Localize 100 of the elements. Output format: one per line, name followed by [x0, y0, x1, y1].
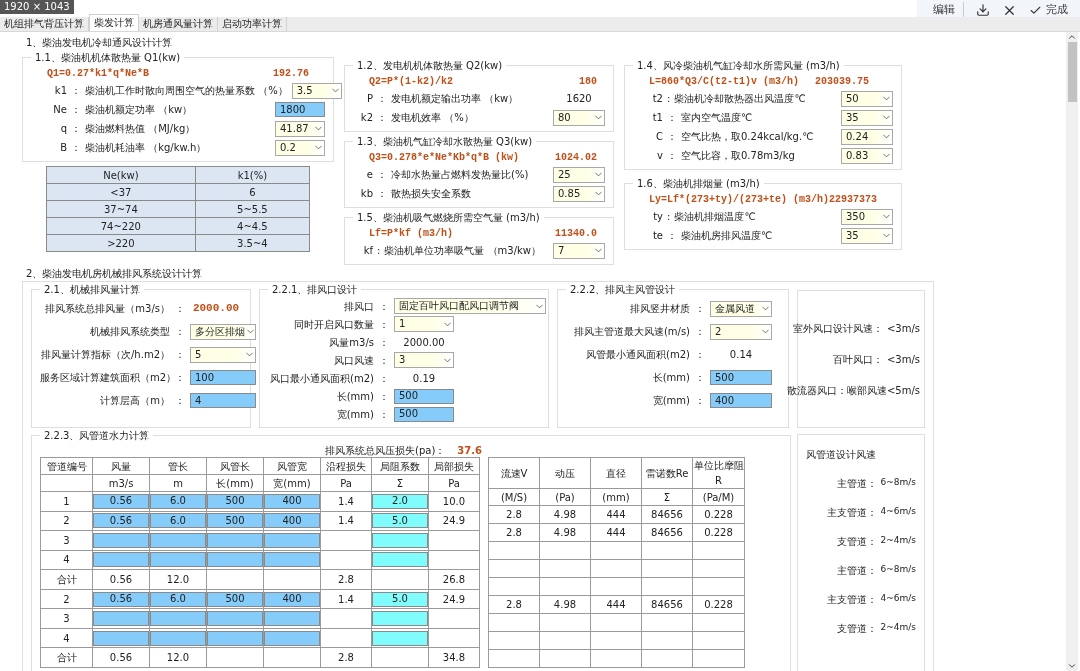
input-field[interactable]: [264, 532, 320, 548]
dropdown[interactable]: 金属风道: [710, 300, 772, 317]
dropdown[interactable]: 350: [841, 208, 893, 225]
dropdown[interactable]: 3: [394, 352, 454, 368]
input-field[interactable]: 100: [190, 370, 256, 385]
group-title: 2.2.1、排风口设计: [271, 283, 359, 297]
input-field[interactable]: [150, 611, 206, 627]
dropdown[interactable]: 50: [841, 90, 893, 107]
scrollbar[interactable]: [1066, 32, 1078, 671]
speed-label: 主支管道：: [826, 506, 877, 520]
table-cell: 26.8: [442, 573, 466, 585]
symbol-label: C: [655, 130, 663, 144]
dropdown[interactable]: 0.24: [841, 128, 893, 145]
separator: ：: [174, 348, 186, 362]
input-field[interactable]: 400: [264, 493, 320, 509]
table-cell: 24.9: [442, 593, 466, 605]
dropdown[interactable]: 0.85: [553, 185, 605, 202]
done-button[interactable]: 完成: [1029, 1, 1068, 19]
dropdown[interactable]: 35: [841, 109, 893, 126]
column-unit: 长(mm): [216, 477, 254, 489]
dropdown[interactable]: 5: [190, 346, 256, 363]
input-field[interactable]: 5.0: [372, 513, 428, 529]
scroll-thumb[interactable]: [1067, 42, 1077, 102]
input-field[interactable]: [93, 630, 149, 646]
input-field[interactable]: 400: [710, 393, 772, 408]
input-field[interactable]: 400: [264, 591, 320, 607]
scroll-down-icon[interactable]: [1067, 661, 1077, 671]
input-field[interactable]: 6.0: [150, 591, 206, 607]
note-label: 百叶风口：: [832, 352, 883, 367]
input-field[interactable]: [372, 611, 428, 627]
dropdown[interactable]: 1: [394, 316, 454, 332]
dropdown[interactable]: 3.5: [291, 82, 342, 99]
input-field[interactable]: 500: [207, 513, 263, 529]
dropdown[interactable]: 7: [553, 242, 605, 259]
group-title: 2.1、机械排风量计算: [43, 283, 141, 297]
input-field[interactable]: [372, 630, 428, 646]
dropdown[interactable]: 25: [553, 166, 605, 183]
input-field[interactable]: 400: [264, 513, 320, 529]
input-field[interactable]: [93, 532, 149, 548]
input-field[interactable]: 0.56: [93, 493, 149, 509]
input-field[interactable]: [264, 611, 320, 627]
input-field[interactable]: [264, 630, 320, 646]
input-field[interactable]: 500: [710, 370, 772, 385]
input-field[interactable]: 500: [207, 591, 263, 607]
input-field[interactable]: [150, 630, 206, 646]
symbol-label: kf: [362, 244, 373, 258]
input-field[interactable]: [93, 552, 149, 568]
tab[interactable]: 柴发计算: [89, 14, 139, 31]
input-field[interactable]: [150, 532, 206, 548]
dropdown[interactable]: 41.87: [275, 120, 325, 137]
input-field[interactable]: [207, 532, 263, 548]
input-field[interactable]: 1800: [275, 102, 325, 117]
dropdown[interactable]: 0.83: [841, 147, 893, 164]
separator: ：: [694, 394, 706, 408]
value-text: 2000.00: [402, 335, 446, 350]
dropdown[interactable]: 80: [553, 109, 605, 126]
table-cell: 4: [63, 632, 70, 644]
separator: ：: [174, 302, 186, 316]
table-cell: 4.98: [553, 527, 577, 538]
field-label: 柴油燃料热值 （MJ/kg）: [85, 122, 197, 136]
input-field[interactable]: [207, 552, 263, 568]
table-cell: 6: [249, 186, 256, 198]
dropdown[interactable]: 固定百叶风口配风口调节阀: [394, 298, 546, 314]
input-field[interactable]: 6.0: [150, 493, 206, 509]
separator: ：: [71, 84, 81, 98]
input-field[interactable]: 500: [394, 388, 454, 404]
input-field[interactable]: 2.0: [372, 493, 428, 509]
input-field[interactable]: [207, 630, 263, 646]
input-field[interactable]: 6.0: [150, 513, 206, 529]
input-field[interactable]: 500: [394, 406, 454, 422]
dropdown[interactable]: 2: [710, 323, 772, 340]
input-field[interactable]: [372, 552, 428, 568]
input-field[interactable]: 500: [207, 493, 263, 509]
input-field[interactable]: [372, 532, 428, 548]
scroll-up-icon[interactable]: [1067, 32, 1077, 42]
input-field[interactable]: 0.56: [93, 591, 149, 607]
symbol-label: v: [656, 149, 663, 163]
dropdown[interactable]: 0.2: [275, 139, 325, 156]
input-field[interactable]: 5.0: [372, 591, 428, 607]
column-header: 局部损失: [434, 460, 474, 472]
field-label: 柴油机单位功率吸气量 （m3/kw）: [384, 244, 542, 258]
input-field[interactable]: [150, 552, 206, 568]
field-label: 宽(mm): [335, 407, 374, 422]
download-icon[interactable]: [976, 3, 990, 17]
input-field[interactable]: [264, 552, 320, 568]
field-label: 风口风速: [333, 353, 374, 368]
input-field[interactable]: [93, 611, 149, 627]
input-field[interactable]: 4: [190, 393, 256, 408]
input-field[interactable]: 0.56: [93, 513, 149, 529]
speed-value: 2~4m/s: [880, 621, 916, 634]
field-label: 风量m3/s: [328, 335, 374, 350]
dropdown[interactable]: 35: [841, 227, 893, 244]
dropdown[interactable]: 多分区排烟: [190, 323, 256, 340]
field-label: 排风主管道最大风速(m/s): [572, 325, 690, 339]
group-title: 2.2.3、风管道水力计算: [43, 429, 151, 443]
separator: ：: [378, 317, 390, 332]
table-cell: 4~4.5: [237, 220, 268, 232]
separator: ：: [174, 371, 186, 385]
input-field[interactable]: [207, 611, 263, 627]
result-value: 22937373: [829, 192, 879, 207]
